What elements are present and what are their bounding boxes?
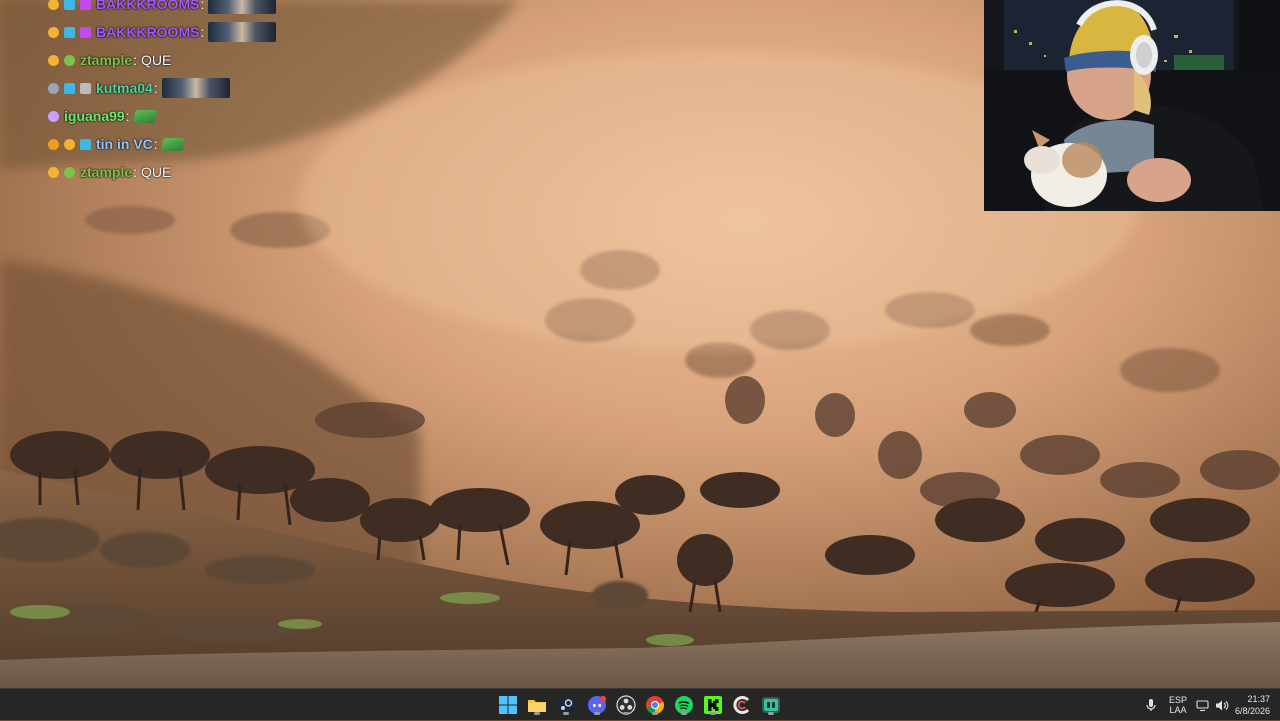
sub-badge-icon [48, 0, 59, 10]
ccleaner-icon [733, 696, 750, 714]
sub-badge-icon [48, 26, 59, 38]
chat-colon: : [153, 80, 158, 96]
chat-text: QUE [141, 164, 172, 180]
chat-colon: : [200, 0, 205, 12]
taskbar-app-discord[interactable] [586, 694, 608, 716]
taskbar-app-spotify[interactable] [673, 694, 695, 716]
running-indicator [594, 712, 600, 715]
windows-taskbar: ESP LAA 21:37 6/8/2026 [0, 688, 1280, 720]
prime-badge-icon [64, 82, 75, 94]
chat-emote-image [161, 78, 230, 98]
frog-badge-icon [64, 54, 75, 66]
running-indicator [768, 712, 774, 715]
stream-chat-overlay: BAKKKROOMS : BAKKKROOMS : ztample : QUE … [48, 0, 378, 186]
chat-username: BAKKKROOMS [96, 24, 200, 40]
clock-time: 21:37 [1247, 694, 1270, 704]
windows-start-icon [499, 696, 517, 714]
clock-button[interactable]: 21:37 6/8/2026 [1226, 689, 1270, 721]
chat-message: BAKKKROOMS : [48, 18, 378, 46]
language-code: ESP [1168, 695, 1187, 705]
chat-message: tin in VC : [48, 130, 378, 158]
running-indicator [623, 712, 629, 715]
webcam-feed [984, 0, 1280, 211]
keyboard-layout: LAA [1169, 705, 1187, 715]
running-indicator [534, 712, 540, 715]
streamer-webcam-overlay [984, 0, 1280, 211]
chat-emote-green [132, 109, 157, 123]
bot-badge-icon [80, 82, 91, 94]
chat-emote-image [208, 0, 277, 14]
chat-emote-green [160, 137, 186, 151]
chat-message: ztample : QUE [48, 158, 378, 186]
taskbar-app-chrome[interactable] [644, 694, 666, 716]
taskbar-app-obs[interactable] [615, 694, 637, 716]
chat-username: ztample [80, 164, 133, 180]
microphone-tray-button[interactable] [1144, 689, 1160, 721]
chat-username: kutma04 [96, 80, 153, 96]
vip-badge-icon [80, 26, 91, 38]
running-indicator [710, 712, 716, 715]
info-badge-icon [48, 138, 59, 150]
prime-badge-icon [64, 26, 75, 38]
prime-badge-icon [80, 138, 91, 150]
chat-username: tin in VC [96, 136, 153, 152]
chat-colon: : [125, 108, 130, 124]
taskbar-app-kick[interactable] [702, 694, 724, 716]
chat-username: BAKKKROOMS [96, 0, 200, 12]
sub-badge-icon [48, 54, 59, 66]
running-indicator [563, 712, 569, 715]
chat-message: kutma04 : [48, 74, 378, 102]
chat-colon: : [133, 52, 138, 68]
sub-badge-icon [64, 138, 75, 150]
chat-colon: : [133, 164, 138, 180]
running-indicator [681, 712, 687, 715]
chat-username: ztample [80, 52, 133, 68]
start-button[interactable] [497, 694, 519, 716]
sub-badge-icon [48, 166, 59, 178]
taskbar-app-ccleaner[interactable] [731, 694, 753, 716]
chat-colon: : [200, 24, 205, 40]
microphone-icon [1146, 699, 1156, 711]
verified-badge-icon [48, 110, 59, 122]
frog-badge-icon [64, 166, 75, 178]
language-switcher[interactable]: ESP LAA [1164, 689, 1192, 721]
network-icon [1196, 699, 1209, 711]
chat-colon: : [153, 136, 158, 152]
chat-username: iguana99 [64, 108, 125, 124]
chat-message: ztample : QUE [48, 46, 378, 74]
taskbar-app-file-explorer[interactable] [526, 694, 548, 716]
chat-emote-image [208, 22, 277, 42]
vip-badge-icon [80, 0, 91, 10]
chat-message: iguana99 : [48, 102, 378, 130]
prime-badge-icon [64, 0, 75, 10]
taskbar-app-steam[interactable] [555, 694, 577, 716]
taskbar-app-streamlabs[interactable] [760, 694, 782, 716]
chat-message: BAKKKROOMS : [48, 0, 378, 18]
clock-date: 6/8/2026 [1234, 706, 1270, 716]
moderator-badge-icon [48, 82, 59, 94]
chat-text: QUE [141, 52, 172, 68]
running-indicator [652, 712, 658, 715]
